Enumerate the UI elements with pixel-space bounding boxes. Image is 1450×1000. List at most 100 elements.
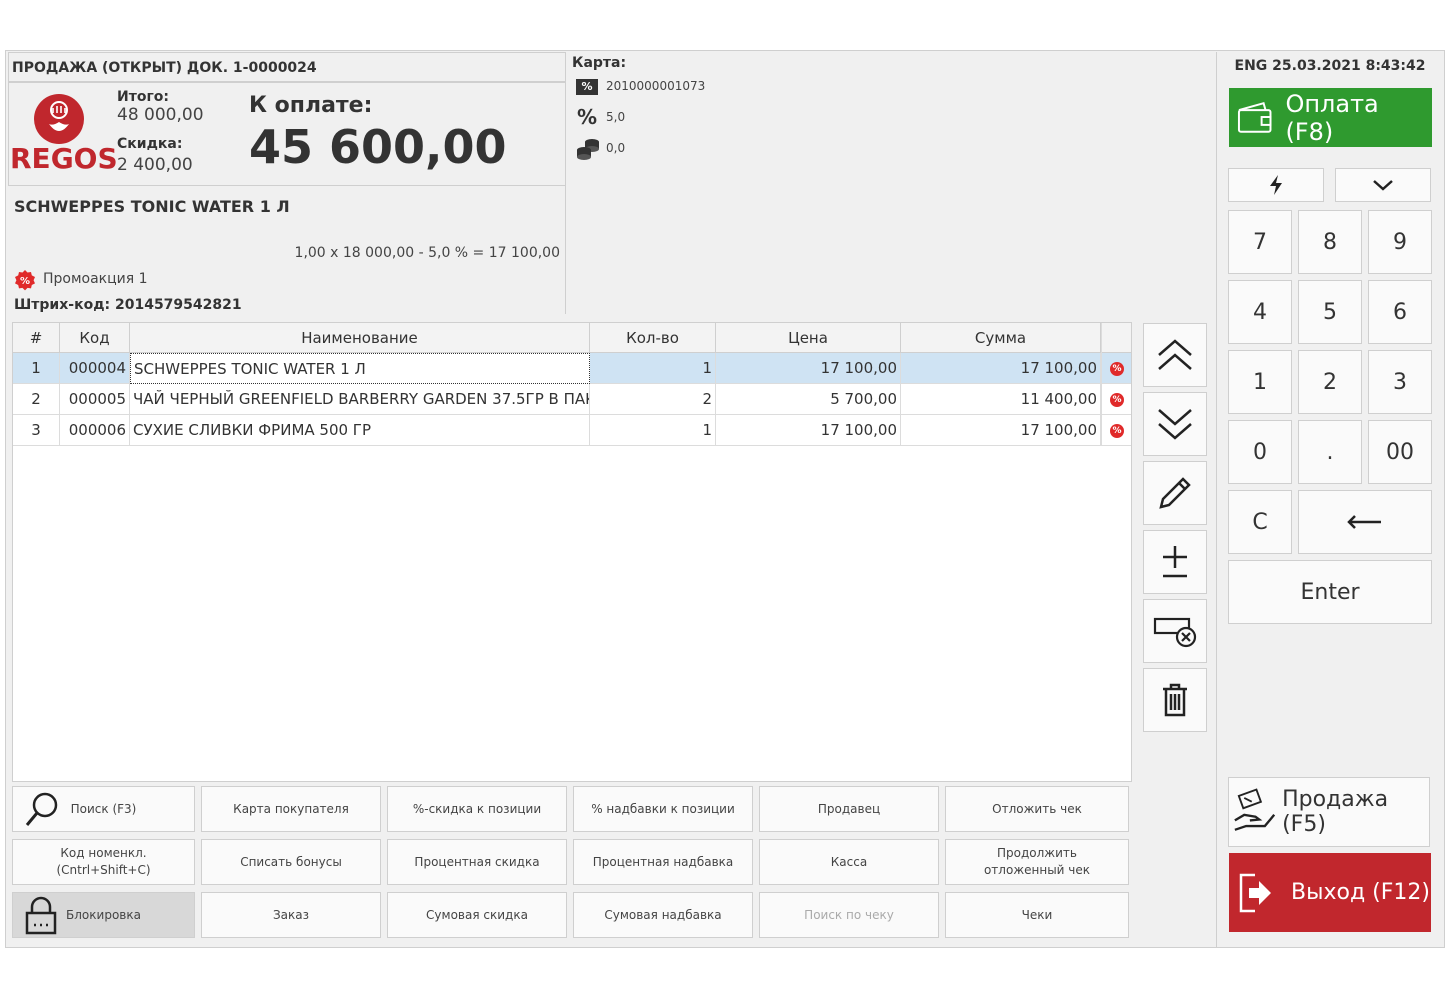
- row-price: 5 700,00: [716, 384, 901, 415]
- total-value: 48 000,00: [117, 105, 204, 125]
- key-0[interactable]: 0: [1228, 420, 1292, 484]
- col-header-price[interactable]: Цена: [716, 323, 901, 353]
- pay-button[interactable]: Оплата (F8): [1229, 88, 1432, 147]
- double-chevron-up-icon: [1158, 339, 1192, 370]
- position-discount-button[interactable]: %-скидка к позиции: [387, 786, 567, 832]
- discount-card-icon: %: [576, 79, 598, 95]
- percent-markup-button[interactable]: Процентная надбавка: [573, 839, 753, 885]
- row-sum: 17 100,00: [901, 415, 1101, 446]
- postpone-receipt-button[interactable]: Отложить чек: [945, 786, 1129, 832]
- trash-icon: [1163, 683, 1187, 717]
- resume-postponed-button[interactable]: Продолжить отложенный чек: [945, 839, 1129, 885]
- money-hand-icon: [1234, 788, 1276, 831]
- current-item-calc: 1,00 x 18 000,00 - 5,0 % = 17 100,00: [294, 245, 560, 261]
- key-9[interactable]: 9: [1368, 210, 1432, 274]
- promo-badge-icon: [1110, 361, 1124, 377]
- remove-row-icon: [1153, 617, 1197, 648]
- card-number: 2010000001073: [606, 79, 706, 93]
- row-sum: 11 400,00: [901, 384, 1101, 415]
- to-pay-total: 45 600,00: [249, 120, 507, 174]
- key-1[interactable]: 1: [1228, 350, 1292, 414]
- exit-label: Выход (F12): [1291, 880, 1430, 905]
- key-clear[interactable]: C: [1228, 490, 1292, 554]
- percent-discount-button[interactable]: Процентная скидка: [387, 839, 567, 885]
- search-button[interactable]: Поиск (F3): [12, 786, 195, 832]
- col-header-code[interactable]: Код: [60, 323, 130, 353]
- chevron-down-icon: [1373, 180, 1393, 191]
- key-6[interactable]: 6: [1368, 280, 1432, 344]
- row-name: SCHWEPPES TONIC WATER 1 Л: [130, 353, 590, 384]
- cash-register-button[interactable]: Касса: [759, 839, 939, 885]
- row-number: 2: [13, 384, 60, 415]
- expand-dropdown-button[interactable]: [1335, 168, 1431, 202]
- key-8[interactable]: 8: [1298, 210, 1362, 274]
- sum-markup-button[interactable]: Сумовая надбавка: [573, 892, 753, 938]
- order-button[interactable]: Заказ: [201, 892, 381, 938]
- row-number: 1: [13, 353, 60, 384]
- lock-button[interactable]: Блокировка: [12, 892, 195, 938]
- key-backspace[interactable]: [1298, 490, 1432, 554]
- row-qty: 2: [590, 384, 716, 415]
- exit-button[interactable]: Выход (F12): [1229, 853, 1431, 932]
- pencil-icon: [1159, 477, 1191, 509]
- discount-label: Скидка:: [117, 136, 183, 152]
- key-3[interactable]: 3: [1368, 350, 1432, 414]
- delete-button[interactable]: [1143, 668, 1207, 732]
- scroll-down-button[interactable]: [1143, 392, 1207, 456]
- promo-name: Промоакция 1: [43, 271, 148, 287]
- row-code: 000006: [60, 415, 130, 446]
- clock-status: ENG 25.03.2021 8:43:42: [1234, 58, 1426, 74]
- col-header-qty[interactable]: Кол-во: [590, 323, 716, 353]
- promo-badge-icon: [1110, 392, 1124, 408]
- regos-logo: REGOS: [10, 92, 118, 182]
- logo-text: REGOS: [10, 142, 118, 175]
- seller-button[interactable]: Продавец: [759, 786, 939, 832]
- col-header-number[interactable]: #: [13, 323, 60, 353]
- search-label: Поиск (F3): [70, 801, 137, 816]
- cancel-item-button[interactable]: [1143, 599, 1207, 663]
- column-divider: [1101, 323, 1102, 445]
- items-table: # Код Наименование Кол-во Цена Сумма 1 0…: [12, 322, 1132, 782]
- table-row[interactable]: 1 000004 SCHWEPPES TONIC WATER 1 Л 1 17 …: [13, 353, 1131, 384]
- table-row[interactable]: 3 000006 СУХИЕ СЛИВКИ ФРИМА 500 ГР 1 17 …: [13, 415, 1131, 446]
- quick-action-button[interactable]: [1228, 168, 1324, 202]
- col-header-sum[interactable]: Сумма: [901, 323, 1101, 353]
- receipts-button[interactable]: Чеки: [945, 892, 1129, 938]
- lightning-icon: [1270, 175, 1282, 195]
- quantity-plus-minus-button[interactable]: [1143, 530, 1207, 594]
- customer-card-button[interactable]: Карта покупателя: [201, 786, 381, 832]
- key-7[interactable]: 7: [1228, 210, 1292, 274]
- item-code-button[interactable]: Код номенкл. (Cntrl+Shift+C): [12, 839, 195, 885]
- double-chevron-down-icon: [1158, 409, 1192, 440]
- row-name: ЧАЙ ЧЕРНЫЙ GREENFIELD BARBERRY GARDEN 37…: [130, 384, 590, 415]
- write-off-bonus-button[interactable]: Списать бонусы: [201, 839, 381, 885]
- current-item-name: SCHWEPPES TONIC WATER 1 Л: [14, 197, 290, 216]
- key-5[interactable]: 5: [1298, 280, 1362, 344]
- key-2[interactable]: 2: [1298, 350, 1362, 414]
- sum-discount-button[interactable]: Сумовая скидка: [387, 892, 567, 938]
- col-header-name[interactable]: Наименование: [130, 323, 590, 353]
- logo-emblem-icon: [34, 94, 84, 144]
- card-label: Карта:: [572, 55, 627, 71]
- table-header: # Код Наименование Кол-во Цена Сумма: [13, 323, 1131, 353]
- key-4[interactable]: 4: [1228, 280, 1292, 344]
- receipt-search-button[interactable]: Поиск по чеку: [759, 892, 939, 938]
- card-percent: 5,0: [606, 110, 626, 124]
- pay-label: Оплата (F8): [1285, 89, 1379, 146]
- percent-icon: %: [577, 105, 598, 129]
- svg-text:%: %: [20, 276, 30, 287]
- lock-label: Блокировка: [66, 907, 141, 922]
- edit-button[interactable]: [1143, 461, 1207, 525]
- enter-button[interactable]: Enter: [1228, 560, 1432, 624]
- search-icon: [25, 792, 58, 826]
- key-decimal[interactable]: .: [1298, 420, 1362, 484]
- scroll-up-button[interactable]: [1143, 323, 1207, 387]
- backspace-arrow-icon: [1347, 515, 1381, 529]
- key-double-zero[interactable]: 00: [1368, 420, 1432, 484]
- document-title: ПРОДАЖА (ОТКРЫТ) ДОК. 1-0000024: [8, 52, 566, 82]
- position-markup-button[interactable]: % надбавки к позиции: [573, 786, 753, 832]
- wallet-icon: [1237, 101, 1272, 133]
- row-sum: 17 100,00: [901, 353, 1101, 384]
- table-row[interactable]: 2 000005 ЧАЙ ЧЕРНЫЙ GREENFIELD BARBERRY …: [13, 384, 1131, 415]
- sale-mode-button[interactable]: Продажа (F5): [1228, 777, 1430, 847]
